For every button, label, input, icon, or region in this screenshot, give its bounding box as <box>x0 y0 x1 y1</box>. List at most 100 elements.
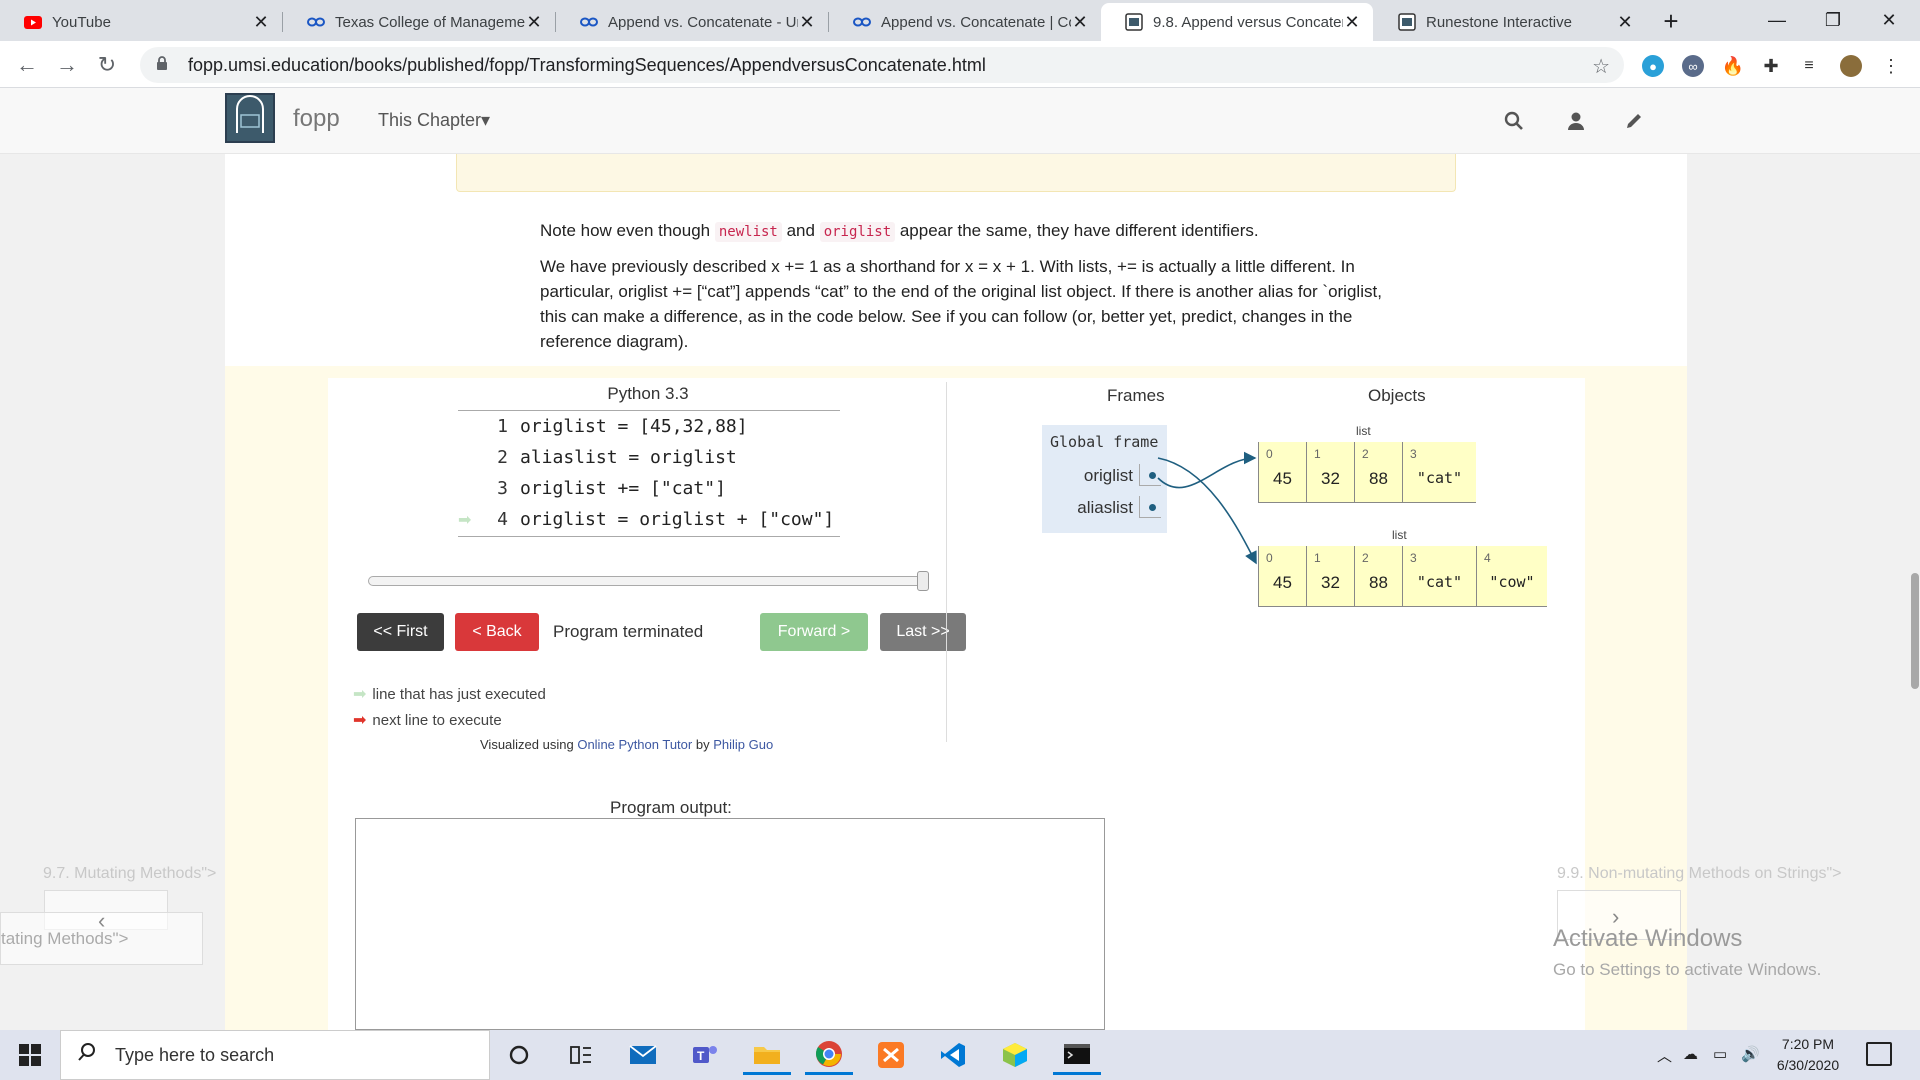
tab-title: YouTube <box>52 13 111 31</box>
text: Note how even though <box>540 221 715 240</box>
user-icon[interactable] <box>1563 108 1589 134</box>
svg-text:T: T <box>697 1049 705 1063</box>
terminal-icon[interactable] <box>1053 1035 1101 1075</box>
teams-icon[interactable]: T <box>681 1035 729 1075</box>
close-window-button[interactable]: ✕ <box>1858 0 1920 41</box>
close-icon[interactable]: ✕ <box>1071 12 1089 33</box>
chevron-left-icon[interactable]: ‹ <box>98 908 105 934</box>
code-origlist: origlist <box>819 222 896 242</box>
chrome-icon[interactable] <box>805 1035 853 1075</box>
profile-avatar[interactable] <box>1840 55 1862 77</box>
text: and <box>781 221 820 240</box>
clock-time: 7:20 PM <box>1781 1036 1835 1052</box>
philip-guo-link[interactable]: Philip Guo <box>713 737 773 752</box>
tab-texas-college[interactable]: Texas College of Managemen ✕ <box>283 3 555 41</box>
page-content: Note how even though newlist and origlis… <box>225 154 1687 1030</box>
browser-menu-icon[interactable]: ⋮ <box>1880 55 1902 77</box>
forward-arrow-icon[interactable]: → <box>53 51 81 79</box>
code-newlist: newlist <box>714 222 782 242</box>
paragraph-plus-equals: We have previously described x += 1 as a… <box>540 257 1382 351</box>
runestone-icon <box>1398 13 1416 31</box>
youtube-icon <box>24 13 42 31</box>
prev-page-label: tating Methods"> <box>1 928 129 948</box>
tab-append-concat-2[interactable]: Append vs. Concatenate | Co ✕ <box>829 3 1101 41</box>
browser-toolbar: ← → ↻ fopp.umsi.education/books/publishe… <box>0 41 1920 88</box>
text: Visualized using <box>480 737 578 752</box>
address-bar[interactable]: fopp.umsi.education/books/published/fopp… <box>140 47 1624 83</box>
battery-icon[interactable]: ▭ <box>1713 1045 1727 1063</box>
prev-page-link[interactable]: 9.7. Mutating Methods"> <box>43 865 216 883</box>
cortana-icon[interactable] <box>495 1035 543 1075</box>
tab-youtube[interactable]: YouTube ✕ <box>0 3 282 41</box>
pencil-icon[interactable] <box>1621 108 1647 134</box>
file-explorer-icon[interactable] <box>743 1035 791 1075</box>
site-navbar: fopp This Chapter▾ <box>0 88 1920 154</box>
clock-date: 6/30/2020 <box>1776 1057 1840 1073</box>
media-queue-icon[interactable]: ≡ <box>1798 55 1820 77</box>
close-icon[interactable]: ✕ <box>525 12 543 33</box>
tab-title: 9.8. Append versus Concaten <box>1153 13 1343 31</box>
windows-taskbar: Type here to search T ︿ ☁ ▭ 🔊 7:20 PM 6/… <box>0 1030 1920 1080</box>
tab-runestone-interactive[interactable]: Runestone Interactive ✕ <box>1374 3 1646 41</box>
extensions-puzzle-icon[interactable]: ✚ <box>1760 55 1782 77</box>
extension-glasses-icon[interactable]: ∞ <box>1682 55 1704 77</box>
visualizer-credit: Visualized using Online Python Tutor by … <box>480 737 773 752</box>
action-center-icon[interactable] <box>1866 1042 1892 1066</box>
activate-windows-title: Activate Windows <box>1553 925 1743 952</box>
tab-title: Runestone Interactive <box>1426 13 1572 31</box>
system-clock[interactable]: 7:20 PM 6/30/2020 <box>1763 1034 1853 1076</box>
next-page-link[interactable]: 9.9. Non-mutating Methods on Strings"> <box>1557 865 1842 883</box>
codelens-container: Python 3.3 1 origlist = [45,32,88] 2 ali… <box>225 366 1687 1030</box>
task-view-icon[interactable] <box>557 1035 605 1075</box>
search-icon[interactable] <box>1501 108 1527 134</box>
close-icon[interactable]: ✕ <box>1343 12 1361 33</box>
xampp-icon[interactable] <box>867 1035 915 1075</box>
paragraph-identifiers: Note how even though newlist and origlis… <box>540 218 1390 245</box>
url-text: fopp.umsi.education/books/published/fopp… <box>188 54 986 75</box>
link-icon <box>307 13 325 31</box>
extension-search-icon[interactable]: ● <box>1642 55 1664 77</box>
online-python-tutor-link[interactable]: Online Python Tutor <box>577 737 692 752</box>
close-icon[interactable]: ✕ <box>252 12 270 33</box>
new-tab-button[interactable]: + <box>1656 6 1686 37</box>
back-arrow-icon[interactable]: ← <box>13 51 41 79</box>
tab-append-concat-1[interactable]: Append vs. Concatenate - Un ✕ <box>556 3 828 41</box>
search-icon <box>77 1042 107 1068</box>
reference-arrows <box>1157 451 1257 565</box>
cube-app-icon[interactable] <box>991 1035 1039 1075</box>
browser-tab-strip: YouTube ✕ Texas College of Managemen ✕ A… <box>0 0 1920 41</box>
chevron-up-icon[interactable]: ︿ <box>1657 1045 1672 1066</box>
link-icon <box>853 13 871 31</box>
reload-icon[interactable]: ↻ <box>93 51 121 79</box>
page-scrollbar-thumb[interactable] <box>1911 573 1919 689</box>
fopp-logo[interactable] <box>225 93 275 143</box>
tab-title: Append vs. Concatenate | Co <box>881 13 1071 31</box>
legend-next-line: ➡ next line to execute <box>353 710 502 730</box>
program-output-label: Program output: <box>610 798 732 817</box>
bookmark-star-icon[interactable]: ☆ <box>1592 54 1610 79</box>
taskbar-search-placeholder: Type here to search <box>115 1044 275 1065</box>
tab-append-versus-concatenate[interactable]: 9.8. Append versus Concaten ✕ <box>1101 3 1373 41</box>
extension-fire-icon[interactable]: 🔥 <box>1722 55 1744 77</box>
vscode-icon[interactable] <box>929 1035 977 1075</box>
restore-button[interactable]: ❐ <box>1802 0 1864 41</box>
onedrive-cloud-icon[interactable]: ☁ <box>1683 1045 1698 1063</box>
lock-icon <box>156 56 176 74</box>
close-icon[interactable]: ✕ <box>1616 12 1634 33</box>
taskbar-search-input[interactable]: Type here to search <box>60 1030 490 1080</box>
red-arrow-icon: ➡ <box>353 712 367 729</box>
volume-icon[interactable]: 🔊 <box>1741 1045 1760 1063</box>
mail-icon[interactable] <box>619 1035 667 1075</box>
program-output-textarea[interactable] <box>355 818 1105 1030</box>
this-chapter-dropdown[interactable]: This Chapter▾ <box>378 110 490 131</box>
close-icon[interactable]: ✕ <box>798 12 816 33</box>
text: appear the same, they have different ide… <box>895 221 1259 240</box>
minimize-button[interactable]: — <box>1746 0 1808 41</box>
brand-link[interactable]: fopp <box>293 105 340 133</box>
windows-start-icon[interactable] <box>0 1030 60 1080</box>
runestone-icon <box>1125 13 1143 31</box>
tab-title: Texas College of Managemen <box>335 13 525 31</box>
link-icon <box>580 13 598 31</box>
legend-text: next line to execute <box>372 711 502 729</box>
tab-title: Append vs. Concatenate - Un <box>608 13 798 31</box>
